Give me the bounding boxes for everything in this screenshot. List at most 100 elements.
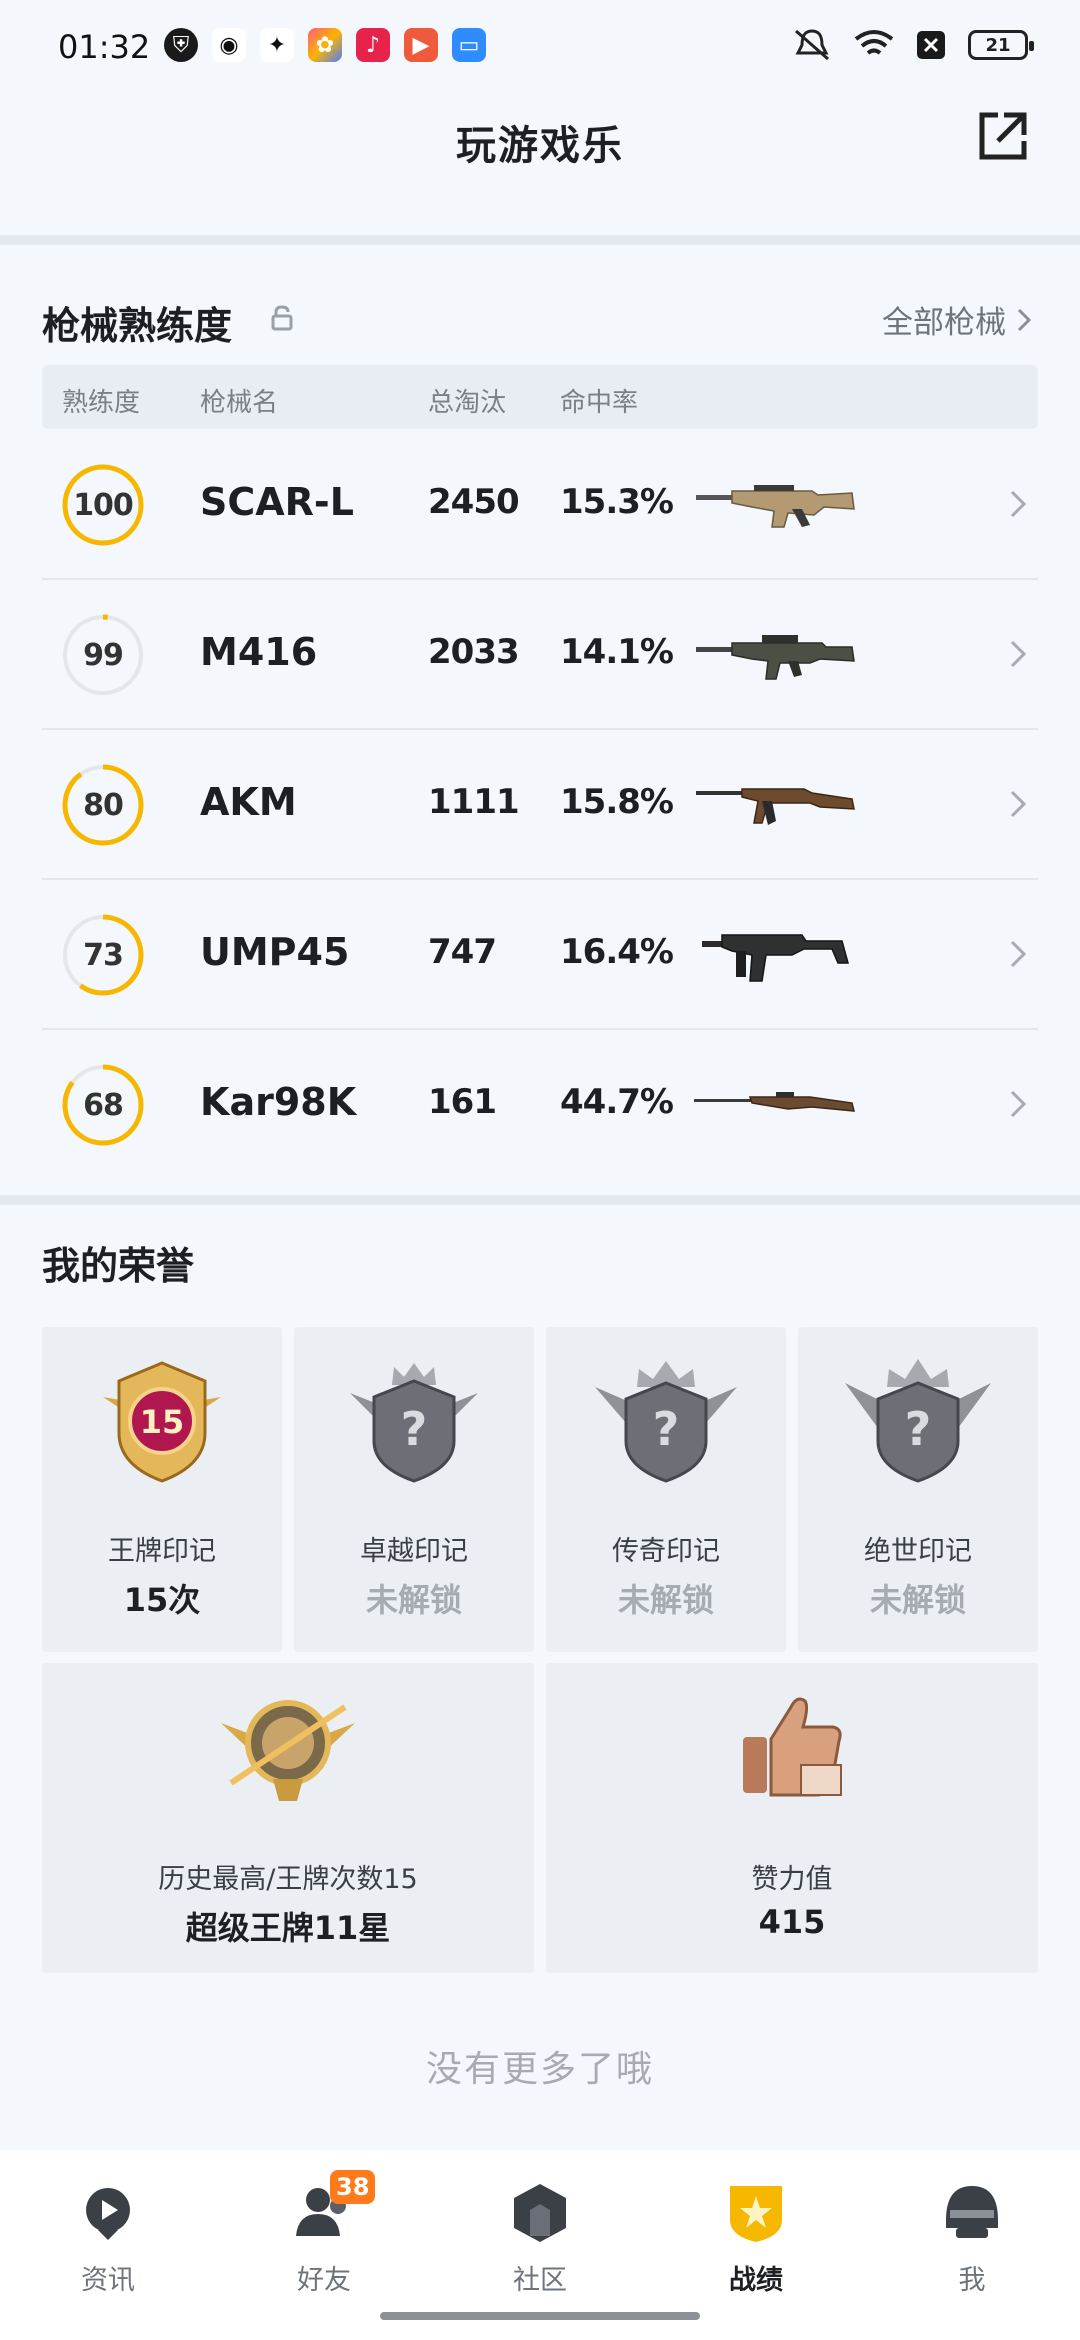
video-app-icon: ▶: [404, 28, 438, 62]
col-kills: 总淘汰: [428, 388, 507, 418]
locked-badge-icon: ?: [845, 1359, 991, 1483]
svg-text:?: ?: [905, 1402, 932, 1456]
lock-icon[interactable]: [270, 305, 294, 331]
weapon-name: AKM: [200, 780, 297, 824]
home-indicator[interactable]: [380, 2312, 700, 2320]
badge-title: 王牌印记: [108, 1536, 216, 1567]
all-weapons-link[interactable]: 全部枪械: [882, 297, 1032, 342]
badge-title: 卓越印记: [360, 1536, 468, 1567]
chevron-right-icon: [1010, 640, 1027, 668]
weapon-hit-rate: 15.8%: [560, 782, 674, 822]
music-app-icon: ♪: [356, 28, 390, 62]
weapon-hit-rate: 16.4%: [560, 932, 674, 972]
badge-title: 绝世印记: [864, 1536, 972, 1567]
sim-icon: [917, 31, 945, 59]
weapon-kills: 161: [428, 1082, 497, 1122]
like-power-value: 415: [758, 1903, 826, 1941]
gallery-app-icon: ✿: [308, 28, 342, 62]
alipay-icon: ✦: [260, 28, 294, 62]
nav-item-me[interactable]: 我: [864, 2170, 1080, 2310]
legend-badge-card[interactable]: ? 传奇印记 未解锁: [546, 1327, 786, 1652]
nav-item-community[interactable]: 社区: [432, 2170, 648, 2310]
badge-value: 未解锁: [617, 1581, 714, 1619]
nav-item-news[interactable]: 资讯: [0, 2170, 216, 2310]
community-icon: [514, 2184, 566, 2242]
badge-value: 未解锁: [365, 1581, 462, 1619]
nav-label: 战绩: [729, 2265, 783, 2296]
all-weapons-label: 全部枪械: [882, 305, 1006, 341]
proficiency-value: 68: [83, 1087, 124, 1123]
ace-badge-number: 15: [140, 1403, 185, 1441]
col-proficiency: 熟练度: [62, 388, 141, 418]
thumbs-up-icon: [743, 1697, 842, 1797]
svg-text:?: ?: [401, 1402, 428, 1456]
page-title: 玩游戏乐: [456, 123, 624, 169]
ace-rank-emblem-icon: [221, 1700, 355, 1801]
weapon-kills: 1111: [428, 782, 520, 822]
ace-badge-icon: 15: [103, 1361, 221, 1483]
weapon-name: Kar98K: [200, 1080, 357, 1124]
chevron-right-icon: [1017, 308, 1032, 331]
col-hit-rate: 命中率: [560, 388, 639, 418]
proficiency-value: 80: [83, 787, 124, 823]
weapon-table-header: 熟练度 枪械名 总淘汰 命中率: [42, 365, 1038, 429]
weapon-row[interactable]: 80 AKM 1111 15.8%: [42, 730, 1038, 880]
weapon-name: SCAR-L: [200, 480, 354, 524]
like-power-title: 赞力值: [751, 1864, 833, 1895]
shield-app-icon: ⛨: [164, 28, 198, 62]
trophy-shield-icon: [730, 2186, 782, 2242]
weapon-row[interactable]: 100 SCAR-L 2450 15.3%: [42, 430, 1038, 580]
weapon-kills: 747: [428, 932, 497, 972]
highest-rank-card[interactable]: 历史最高/王牌次数15 超级王牌11星: [42, 1663, 534, 1973]
ump45-smg-image: [702, 934, 849, 982]
section-divider: [0, 235, 1080, 245]
badge-title: 传奇印记: [612, 1536, 720, 1567]
locked-badge-icon: ?: [350, 1363, 478, 1483]
chevron-right-icon: [1010, 490, 1027, 518]
weapon-hit-rate: 15.3%: [560, 482, 674, 522]
files-app-icon: ▭: [452, 28, 486, 62]
weapon-row[interactable]: 99 M416 2033 14.1%: [42, 580, 1038, 730]
weapon-kills: 2450: [428, 482, 520, 522]
kar98k-rifle-image: [694, 1092, 855, 1112]
section-divider: [0, 1195, 1080, 1205]
mute-icon: [795, 29, 829, 61]
nav-item-records[interactable]: 战绩: [648, 2170, 864, 2310]
like-power-card[interactable]: 赞力值 415: [546, 1663, 1038, 1973]
status-time: 01:32: [58, 28, 151, 66]
chevron-right-icon: [1010, 790, 1027, 818]
chevron-right-icon: [1010, 940, 1027, 968]
akm-rifle-image: [696, 788, 855, 825]
ace-badge-card[interactable]: 15 王牌印记 15次: [42, 1327, 282, 1652]
excellence-badge-card[interactable]: ? 卓越印记 未解锁: [294, 1327, 534, 1652]
nav-item-friends[interactable]: 38 好友: [216, 2170, 432, 2310]
weapon-kills: 2033: [428, 632, 520, 672]
honors-section-title: 我的荣誉: [42, 1244, 195, 1288]
badge-value: 15次: [123, 1581, 201, 1619]
weapon-hit-rate: 14.1%: [560, 632, 674, 672]
weapon-proficiency-section: 枪械熟练度 全部枪械 熟练度 枪械名 总淘汰 命中率 100 SCAR-L 24…: [0, 245, 1080, 1195]
svg-text:?: ?: [653, 1402, 680, 1456]
peerless-badge-card[interactable]: ? 绝世印记 未解锁: [798, 1327, 1038, 1652]
status-app-icons: ⛨ ◉ ✦ ✿ ♪ ▶ ▭: [164, 28, 486, 62]
m416-rifle-image: [696, 635, 855, 680]
badge-value: 未解锁: [869, 1581, 966, 1619]
friends-count-badge: 38: [330, 2170, 376, 2204]
no-more-text: 没有更多了哦: [425, 2049, 654, 2090]
nav-label: 好友: [297, 2265, 351, 2296]
weapon-row[interactable]: 68 Kar98K 161 44.7%: [42, 1030, 1038, 1180]
weapon-name: UMP45: [200, 930, 350, 974]
highest-rank-value: 超级王牌11星: [185, 1909, 391, 1947]
weapon-section-title: 枪械熟练度: [42, 304, 233, 348]
locked-badge-icon: ?: [595, 1361, 737, 1483]
chevron-right-icon: [1010, 1090, 1027, 1118]
share-icon[interactable]: [972, 105, 1032, 165]
wechat-icon: ◉: [212, 28, 246, 62]
proficiency-value: 73: [83, 937, 124, 973]
status-indicators: 21: [792, 27, 1034, 63]
weapon-hit-rate: 44.7%: [560, 1082, 674, 1122]
weapon-row[interactable]: 73 UMP45 747 16.4%: [42, 880, 1038, 1030]
app-header: 玩游戏乐: [0, 95, 1080, 235]
wifi-icon: [854, 30, 894, 55]
col-weapon-name: 枪械名: [200, 388, 279, 418]
